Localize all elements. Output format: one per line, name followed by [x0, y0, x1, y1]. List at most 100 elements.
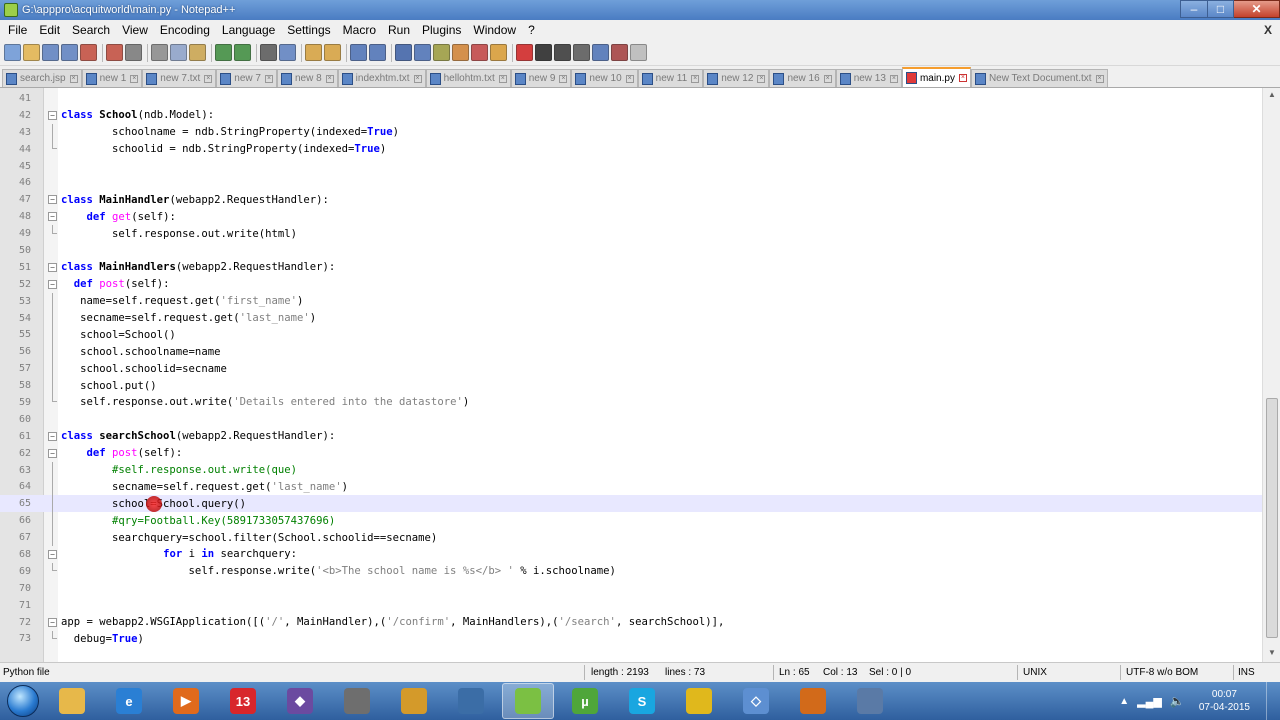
taskbar-explorer[interactable]: [46, 683, 98, 719]
code-line[interactable]: 64 secname=self.request.get('last_name'): [0, 478, 1262, 496]
tab-new-text-document-txt[interactable]: New Text Document.txt ×: [970, 69, 1108, 87]
code-line[interactable]: 56 school.schoolname=name: [0, 343, 1262, 361]
tab-main-py[interactable]: main.py ×: [901, 67, 971, 87]
tab-close-icon[interactable]: ×: [1095, 74, 1104, 83]
undo-icon[interactable]: [215, 44, 232, 61]
clock[interactable]: 00:07 07-04-2015: [1199, 688, 1250, 714]
new-file-icon[interactable]: [4, 44, 21, 61]
tab-new-9[interactable]: new 9 ×: [510, 69, 572, 87]
taskbar-folder-app[interactable]: [388, 683, 440, 719]
code-line[interactable]: 43 schoolname = ndb.StringProperty(index…: [0, 123, 1262, 141]
code-line[interactable]: 45: [0, 158, 1262, 175]
fold-toggle-icon[interactable]: −: [48, 110, 57, 120]
code-line[interactable]: 51 − class MainHandlers(webapp2.RequestHan…: [0, 259, 1262, 276]
minimize-button[interactable]: –: [1180, 0, 1208, 18]
show-hidden-icons-icon[interactable]: ▲: [1119, 696, 1129, 707]
taskbar-media-player[interactable]: ▶: [160, 683, 212, 719]
zoom-in-icon[interactable]: [305, 44, 322, 61]
spellcheck-icon[interactable]: [611, 44, 628, 61]
fold-toggle-icon[interactable]: −: [48, 431, 57, 441]
code-line[interactable]: 57 school.schoolid=secname: [0, 360, 1262, 378]
code-area[interactable]: 41 42− class School(ndb.Model): 43 schoolna…: [0, 90, 1262, 647]
code-line[interactable]: 71: [0, 597, 1262, 614]
menu-edit[interactable]: Edit: [33, 23, 66, 37]
code-line[interactable]: 47 − class MainHandler(webapp2.RequestHand…: [0, 191, 1262, 208]
taskbar-floppy[interactable]: [844, 683, 896, 719]
menu-view[interactable]: View: [116, 23, 154, 37]
fold-toggle-icon[interactable]: −: [48, 549, 57, 559]
tab-close-icon[interactable]: ×: [625, 74, 634, 83]
redo-icon[interactable]: [234, 44, 251, 61]
tab-close-icon[interactable]: ×: [69, 74, 78, 83]
menu-window[interactable]: Window: [467, 23, 522, 37]
tab-indexhtm-txt[interactable]: indexhtm.txt ×: [337, 69, 426, 87]
tab-close-icon[interactable]: ×: [559, 74, 568, 83]
menu-plugins[interactable]: Plugins: [416, 23, 467, 37]
code-line[interactable]: 46: [0, 174, 1262, 191]
stop-record-icon[interactable]: [535, 44, 552, 61]
tab-new-12[interactable]: new 12 ×: [703, 69, 770, 87]
tab-close-icon[interactable]: ×: [204, 74, 213, 83]
network-icon[interactable]: ▂▄▆: [1137, 695, 1162, 708]
paste-icon[interactable]: [189, 44, 206, 61]
code-line[interactable]: 67 searchquery=school.filter(School.scho…: [0, 529, 1262, 547]
start-button[interactable]: [0, 682, 46, 720]
taskbar-app-kite[interactable]: ◇: [730, 683, 782, 719]
open-file-icon[interactable]: [23, 44, 40, 61]
code-editor[interactable]: 41 42− class School(ndb.Model): 43 schoolna…: [0, 88, 1280, 662]
code-line[interactable]: 42 − class School(ndb.Model):: [0, 107, 1262, 124]
code-line[interactable]: 69 self.response.write('<b>The school na…: [0, 562, 1262, 580]
code-line[interactable]: 61 − class searchSchool(webapp2.RequestHan…: [0, 428, 1262, 445]
tab-new-7[interactable]: new 7 ×: [216, 69, 277, 87]
doc-map-icon[interactable]: [452, 44, 469, 61]
taskbar-chrome[interactable]: [673, 683, 725, 719]
code-line[interactable]: 54 secname=self.request.get('last_name'): [0, 309, 1262, 327]
tab-close-icon[interactable]: ×: [958, 74, 967, 82]
taskbar-calculator[interactable]: [331, 683, 383, 719]
volume-icon[interactable]: 🔈: [1170, 694, 1185, 708]
menu-file[interactable]: File: [2, 23, 33, 37]
find-icon[interactable]: [260, 44, 277, 61]
tab-close-icon[interactable]: ×: [264, 74, 273, 83]
code-line[interactable]: 41: [0, 90, 1262, 107]
menu-settings[interactable]: Settings: [281, 23, 336, 37]
save-all-icon[interactable]: [61, 44, 78, 61]
tab-new-10[interactable]: new 10 ×: [571, 69, 638, 87]
menu-run[interactable]: Run: [382, 23, 416, 37]
fold-toggle-icon[interactable]: −: [48, 617, 57, 627]
menu-help[interactable]: ?: [522, 23, 541, 37]
code-line[interactable]: 68 − for i in searchquery:: [0, 546, 1262, 563]
tab-close-icon[interactable]: ×: [325, 74, 334, 83]
code-line[interactable]: 65 school=School.query(): [0, 495, 1262, 513]
launch-icon[interactable]: [630, 44, 647, 61]
sync-h-icon[interactable]: [369, 44, 386, 61]
record-macro-icon[interactable]: [516, 44, 533, 61]
tab-close-icon[interactable]: ×: [498, 74, 507, 83]
scroll-thumb[interactable]: [1266, 398, 1278, 638]
cut-icon[interactable]: [151, 44, 168, 61]
code-line[interactable]: 52 − def post(self):: [0, 276, 1262, 293]
close-button[interactable]: ✕: [1234, 0, 1280, 18]
taskbar-python[interactable]: [445, 683, 497, 719]
taskbar-notepadpp[interactable]: [502, 683, 554, 719]
code-line[interactable]: 50: [0, 242, 1262, 259]
zoom-out-icon[interactable]: [324, 44, 341, 61]
copy-icon[interactable]: [170, 44, 187, 61]
tab-new-13[interactable]: new 13 ×: [835, 69, 902, 87]
taskbar-utorrent[interactable]: µ: [559, 683, 611, 719]
vertical-scrollbar[interactable]: ▲ ▼: [1262, 88, 1280, 662]
all-chars-icon[interactable]: [414, 44, 431, 61]
play-macro-icon[interactable]: [554, 44, 571, 61]
print-icon[interactable]: [125, 44, 142, 61]
taskbar-internet-explorer[interactable]: e: [103, 683, 155, 719]
fold-toggle-icon[interactable]: −: [48, 195, 57, 205]
tab-close-icon[interactable]: ×: [757, 74, 766, 83]
tab-search-jsp[interactable]: search.jsp ×: [2, 69, 82, 87]
taskbar-skype[interactable]: S: [616, 683, 668, 719]
tab-close-icon[interactable]: ×: [823, 74, 832, 83]
fold-toggle-icon[interactable]: −: [48, 279, 57, 289]
fold-toggle-icon[interactable]: −: [48, 212, 57, 222]
code-line[interactable]: 63 #self.response.out.write(que): [0, 461, 1262, 479]
menu-search[interactable]: Search: [66, 23, 116, 37]
tab-hellohtm-txt[interactable]: hellohtm.txt ×: [425, 69, 511, 87]
